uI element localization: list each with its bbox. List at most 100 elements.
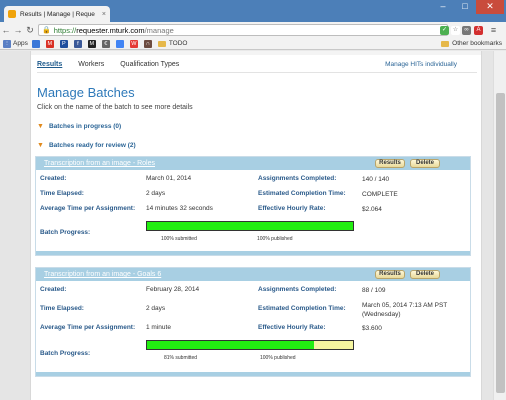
scrollbar-thumb[interactable] — [496, 93, 505, 393]
vertical-scrollbar[interactable] — [493, 51, 506, 400]
created-label: Created: — [40, 286, 67, 293]
url-host: requester.mturk.com — [76, 25, 145, 35]
avg-time-value: 14 minutes 32 seconds — [146, 205, 213, 212]
page-viewport: Results Workers Qualification Types Mana… — [0, 51, 493, 400]
batch-row: Batch Progress: — [36, 350, 470, 364]
batch-row: Average Time per Assignment: 14 minutes … — [36, 205, 470, 219]
bookmark-item[interactable]: € — [101, 39, 112, 48]
facebook-icon: f — [73, 39, 82, 48]
reload-icon[interactable]: ↻ — [24, 25, 36, 36]
time-elapsed-value: 2 days — [146, 305, 166, 312]
batch-row: Time Elapsed: 2 days Estimated Completio… — [36, 190, 470, 204]
page-title: Manage Batches — [37, 85, 135, 100]
batch-footer — [36, 372, 470, 376]
tab-close-icon[interactable]: × — [102, 11, 106, 18]
menu-icon[interactable]: ≡ — [489, 26, 498, 35]
other-bookmarks-label: Other bookmarks — [452, 40, 502, 47]
top-strip — [31, 51, 481, 55]
est-completion-label: Estimated Completion Time: — [258, 190, 346, 197]
section-in-progress[interactable]: ▼ Batches in progress (0) — [37, 123, 121, 130]
progress-fill — [147, 222, 353, 230]
medium-icon: M — [87, 39, 96, 48]
intro-text: Click on the name of the batch to see mo… — [37, 104, 193, 111]
url-scheme: https:// — [53, 25, 77, 35]
delete-button[interactable]: Delete — [410, 159, 440, 168]
checkmark-extension-icon[interactable]: ✓ — [440, 26, 449, 35]
created-value: February 28, 2014 — [146, 286, 200, 293]
minimize-icon[interactable]: – — [432, 0, 454, 14]
avg-time-label: Average Time per Assignment: — [40, 205, 136, 212]
batch-name-link[interactable]: Transcription from an image - Goals 6 — [44, 271, 161, 278]
batch-row: Batch Progress: — [36, 229, 470, 243]
time-elapsed-value: 2 days — [146, 190, 166, 197]
hourly-rate-label: Effective Hourly Rate: — [258, 205, 326, 212]
tab-title: Results | Manage | Reque — [20, 10, 95, 18]
bookmark-apps[interactable]: ⋮ Apps — [3, 39, 28, 48]
tab-workers[interactable]: Workers — [78, 61, 104, 68]
bookmark-item[interactable]: W — [129, 39, 140, 48]
est-completion-value: COMPLETE — [362, 191, 398, 198]
maximize-icon[interactable]: □ — [454, 0, 476, 14]
main-content: Results Workers Qualification Types Mana… — [30, 51, 482, 400]
manage-hits-individually-link[interactable]: Manage HITs individually — [385, 61, 457, 68]
browser-tab[interactable]: Results | Manage | Reque × — [4, 6, 110, 22]
results-button[interactable]: Results — [375, 270, 405, 279]
published-label: 100% published — [260, 355, 296, 361]
glasses-extension-icon[interactable]: ∞ — [462, 26, 471, 35]
star-icon[interactable]: ☆ — [451, 26, 460, 35]
window-titlebar: Results | Manage | Reque × – □ ✕ — [0, 0, 506, 22]
address-bar[interactable]: 🔒 https:// requester.mturk.com /manage — [38, 24, 448, 36]
section-label: Batches in progress (0) — [48, 123, 122, 130]
forward-icon[interactable]: → — [12, 25, 24, 35]
bookmark-todo[interactable]: TODO — [157, 40, 188, 47]
back-icon[interactable]: ← — [0, 25, 12, 35]
batch-row: Created: March 01, 2014 Assignments Comp… — [36, 175, 470, 189]
section-ready-for-review[interactable]: ▼ Batches ready for review (2) — [37, 142, 136, 149]
bookmark-item[interactable]: ∩ — [143, 39, 154, 48]
tab-results[interactable]: Results — [37, 61, 62, 68]
tab-qualification-types[interactable]: Qualification Types — [120, 61, 179, 68]
batch-progress-label: Batch Progress: — [40, 350, 91, 357]
results-button[interactable]: Results — [375, 159, 405, 168]
close-window-icon[interactable]: ✕ — [476, 0, 504, 14]
batch-name-link[interactable]: Transcription from an image - Roles — [44, 160, 155, 167]
published-label: 100% published — [257, 236, 293, 242]
created-value: March 01, 2014 — [146, 175, 192, 182]
batch-progress-bar — [146, 221, 354, 231]
section-label: Batches ready for review (2) — [48, 142, 136, 149]
batch-progress-bar — [146, 340, 354, 350]
batch-card: Transcription from an image - Roles Resu… — [35, 156, 471, 256]
created-label: Created: — [40, 175, 67, 182]
bookmarks-bar: ⋮ Apps M P f M € W ∩ TODO Other bookmark… — [0, 38, 506, 50]
avg-time-label: Average Time per Assignment: — [40, 324, 136, 331]
bookmark-label: TODO — [168, 40, 188, 47]
bookmark-item[interactable]: M — [87, 39, 98, 48]
hourly-rate-value: $3.600 — [362, 325, 382, 332]
bookmark-icon: W — [129, 39, 138, 48]
batch-footer — [36, 251, 470, 255]
time-elapsed-label: Time Elapsed: — [40, 190, 84, 197]
bookmark-item[interactable]: M — [45, 39, 56, 48]
gmail-icon: M — [45, 39, 54, 48]
bookmark-item[interactable] — [115, 39, 126, 48]
bookmark-item[interactable]: P — [59, 39, 70, 48]
browser-toolbar: ← → ↻ 🔒 https:// requester.mturk.com /ma… — [0, 22, 506, 38]
other-bookmarks[interactable]: Other bookmarks — [441, 40, 502, 47]
avg-time-value: 1 minute — [146, 324, 171, 331]
bookmark-item[interactable]: f — [73, 39, 84, 48]
assignments-completed-value: 140 / 140 — [362, 176, 390, 183]
batch-row: Time Elapsed: 2 days Estimated Completio… — [36, 302, 470, 319]
adblock-extension-icon[interactable]: A — [474, 26, 483, 35]
lock-icon: 🔒 — [42, 27, 51, 34]
bookmark-icon — [31, 39, 40, 48]
time-elapsed-label: Time Elapsed: — [40, 305, 84, 312]
est-completion-label: Estimated Completion Time: — [258, 305, 346, 312]
bookmark-item[interactable] — [31, 39, 42, 48]
bookmark-icon: € — [101, 39, 110, 48]
assignments-completed-label: Assignments Completed: — [258, 175, 337, 182]
apps-grid-icon: ⋮ — [3, 39, 11, 48]
paypal-icon: P — [59, 39, 68, 48]
hourly-rate-value: $2.064 — [362, 206, 382, 213]
delete-button[interactable]: Delete — [410, 270, 440, 279]
batch-card: Transcription from an image - Goals 6 Re… — [35, 267, 471, 377]
